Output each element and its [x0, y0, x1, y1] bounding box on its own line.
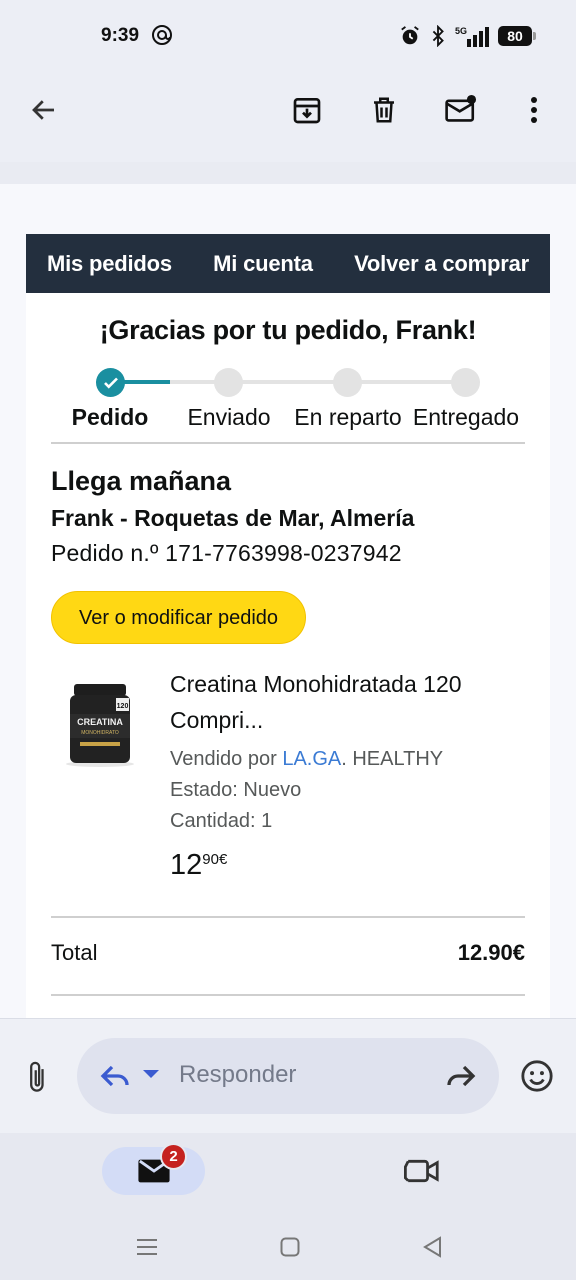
battery-level: 80 — [507, 28, 523, 44]
seller-suffix: . HEALTHY — [341, 748, 444, 770]
order-total-row: Total 12.90€ — [26, 918, 550, 994]
product-title[interactable]: Creatina Monohidratada 120 Compri... — [170, 666, 530, 738]
step-label-out-for-delivery: En reparto — [294, 404, 402, 430]
total-label: Total — [51, 940, 98, 965]
tab-mail[interactable]: 2 — [102, 1143, 205, 1195]
back-system-button[interactable] — [417, 1232, 447, 1262]
greeting-heading: ¡Gracias por tu pedido, Frank! — [99, 315, 477, 345]
view-modify-order-button[interactable]: Ver o modificar pedido — [51, 591, 307, 644]
order-number: Pedido n.º 171-7763998-0237942 — [51, 540, 402, 566]
order-progress-tracker — [26, 360, 550, 404]
status-time: 9:39 — [101, 25, 140, 46]
emoji-icon — [521, 1060, 553, 1092]
nav-link-buy-again[interactable]: Volver a comprar — [354, 251, 529, 277]
mark-unread-button[interactable] — [437, 86, 485, 134]
price-whole: 12 — [170, 849, 203, 881]
home-button[interactable] — [275, 1232, 305, 1262]
email-body: Mis pedidos Mi cuenta Volver a comprar ¡… — [0, 184, 576, 1018]
unread-count-badge: 2 — [160, 1143, 187, 1170]
forward-icon[interactable] — [443, 1058, 479, 1094]
product-quantity: Cantidad: 1 — [170, 810, 273, 832]
battery-indicator: 80 — [498, 26, 536, 46]
divider — [51, 442, 525, 444]
delete-button[interactable] — [360, 86, 408, 134]
recents-button[interactable] — [132, 1232, 162, 1262]
alarm-icon — [401, 26, 419, 45]
trash-icon — [374, 97, 394, 123]
delivery-address: Frank - Roquetas de Mar, Almería — [51, 505, 415, 531]
arrival-section: Llega mañana Frank - Roquetas de Mar, Al… — [26, 466, 550, 567]
attach-button[interactable] — [14, 1053, 62, 1101]
nav-link-my-account[interactable]: Mi cuenta — [213, 251, 313, 277]
bluetooth-icon — [432, 25, 444, 47]
seller-line: Vendido por LA.GA. HEALTHY — [170, 744, 530, 775]
nav-link-my-orders[interactable]: Mis pedidos — [47, 251, 172, 277]
total-value: 12.90€ — [457, 940, 525, 965]
reply-icon[interactable] — [97, 1058, 133, 1094]
video-camera-icon — [404, 1159, 439, 1183]
paperclip-icon — [30, 1061, 44, 1092]
signal-icon: 5G — [455, 26, 489, 47]
step-dot-delivered — [451, 368, 480, 397]
step-dot-ordered — [96, 368, 125, 397]
product-meta: Vendido por LA.GA. HEALTHY Estado: Nuevo… — [170, 744, 530, 837]
archive-button[interactable] — [283, 86, 331, 134]
tab-meet[interactable] — [398, 1147, 446, 1195]
svg-text:MONOHIDRATO: MONOHIDRATO — [81, 730, 119, 736]
step-label-delivered: Entregado — [412, 404, 520, 430]
product-condition: Estado: Nuevo — [170, 779, 302, 801]
progress-step-labels: Pedido Enviado En reparto Entregado — [26, 404, 550, 440]
back-triangle-icon — [423, 1236, 441, 1258]
divider — [51, 994, 525, 996]
mail-unread-icon — [445, 94, 477, 122]
email-toolbar — [0, 72, 576, 162]
product-details: Creatina Monohidratada 120 Compri... Ven… — [170, 666, 530, 882]
status-bar: 9:39 5G 80 — [0, 0, 576, 72]
email-nav-bar: Mis pedidos Mi cuenta Volver a comprar — [26, 234, 550, 293]
step-label-shipped: Enviado — [187, 404, 271, 430]
product-price: 1290€ — [170, 849, 530, 882]
home-square-icon — [280, 1237, 300, 1257]
emoji-reaction-button[interactable] — [513, 1052, 561, 1100]
price-fraction: 90€ — [202, 851, 228, 868]
svg-text:CREATINA: CREATINA — [77, 717, 123, 727]
order-email-card: Mis pedidos Mi cuenta Volver a comprar ¡… — [26, 234, 550, 1018]
reply-options-chevron-icon[interactable] — [143, 1070, 159, 1078]
step-label-ordered: Pedido — [71, 404, 149, 430]
arrow-back-icon — [32, 100, 54, 120]
system-navigation-bar — [0, 1220, 576, 1280]
archive-icon — [293, 97, 321, 124]
reply-field[interactable]: Responder — [77, 1038, 499, 1114]
reply-bar: Responder — [0, 1018, 576, 1133]
svg-text:120: 120 — [117, 703, 129, 710]
product-item: CREATINA MONOHIDRATO 120 Creatina Monohi… — [26, 666, 550, 916]
arrival-title: Llega mañana — [51, 466, 232, 496]
network-type: 5G — [455, 26, 467, 36]
seller-prefix: Vendido por — [170, 748, 283, 770]
more-options-button[interactable] — [510, 86, 558, 134]
step-dot-out-for-delivery — [333, 368, 362, 397]
more-vert-icon — [531, 97, 537, 123]
at-sign-icon — [152, 25, 172, 45]
status-icons: 5G 80 — [399, 22, 536, 50]
menu-lines-icon — [137, 1239, 157, 1255]
reply-placeholder: Responder — [179, 1061, 297, 1088]
seller-link[interactable]: LA.GA — [282, 748, 341, 770]
product-image[interactable]: CREATINA MONOHIDRATO 120 — [60, 680, 140, 768]
step-dot-shipped — [214, 368, 243, 397]
header-separator — [0, 162, 576, 184]
back-button[interactable] — [20, 86, 68, 134]
checkmark-icon — [103, 377, 118, 389]
bottom-navigation: 2 — [0, 1133, 576, 1220]
